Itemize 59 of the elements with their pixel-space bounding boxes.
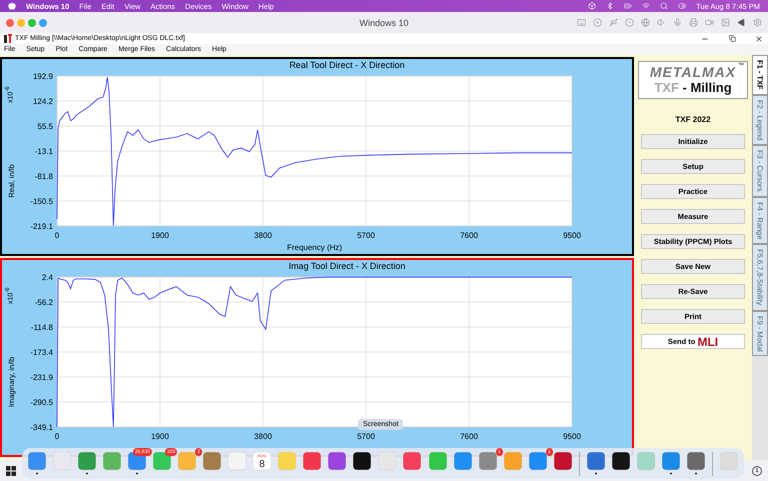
globe-icon[interactable] bbox=[641, 18, 650, 27]
app-icon bbox=[4, 34, 12, 43]
search-icon[interactable] bbox=[660, 2, 668, 10]
tick-label: 124.2 bbox=[32, 97, 53, 106]
tick-label: 5700 bbox=[357, 231, 375, 240]
wifi-icon[interactable] bbox=[642, 2, 650, 10]
video-icon[interactable] bbox=[705, 18, 714, 27]
tick-label: -150.5 bbox=[30, 197, 53, 206]
version-label: TXF 2022 bbox=[675, 115, 711, 124]
tick-label: -173.4 bbox=[30, 348, 53, 358]
tick-label: 2.4 bbox=[42, 273, 53, 282]
windows-icon[interactable] bbox=[6, 466, 16, 476]
window-title: Windows 10 bbox=[359, 18, 409, 28]
tick-label: 7600 bbox=[460, 231, 478, 240]
tick-label: 192.9 bbox=[32, 72, 53, 81]
triangle-icon[interactable] bbox=[737, 18, 746, 27]
image-icon[interactable] bbox=[721, 18, 730, 27]
tick-label: 55.5 bbox=[37, 122, 53, 132]
microphone-icon[interactable] bbox=[673, 18, 682, 27]
tick-label: 9500 bbox=[563, 432, 581, 441]
tick-label: -231.9 bbox=[30, 372, 53, 382]
tick-label: -349.1 bbox=[30, 423, 53, 432]
tick-label: -114.8 bbox=[30, 323, 53, 332]
tick-label: -56.2 bbox=[34, 298, 53, 307]
window-button[interactable] bbox=[39, 18, 47, 26]
tick-label: 1900 bbox=[151, 432, 169, 441]
box-icon[interactable] bbox=[588, 2, 596, 10]
close-button[interactable] bbox=[6, 18, 14, 26]
chart-title: Imag Tool Direct - X Direction bbox=[288, 260, 406, 272]
tick-label: -13.1 bbox=[34, 147, 53, 156]
tick-label: -81.8 bbox=[34, 172, 53, 181]
tick-label: 0 bbox=[54, 231, 60, 240]
apple-icon[interactable] bbox=[8, 2, 16, 10]
keyboard-icon[interactable] bbox=[577, 18, 586, 27]
disc-icon[interactable] bbox=[593, 18, 602, 27]
usb-icon[interactable] bbox=[609, 18, 618, 27]
tick-label: 0 bbox=[54, 432, 60, 441]
close-icon[interactable] bbox=[754, 34, 764, 42]
tick-label: 3800 bbox=[254, 432, 272, 441]
speaker-icon[interactable] bbox=[657, 18, 666, 27]
settings-icon[interactable] bbox=[753, 18, 762, 27]
bluetooth-icon[interactable] bbox=[606, 2, 614, 10]
printer-icon[interactable] bbox=[689, 18, 698, 27]
toggle-icon[interactable] bbox=[678, 2, 686, 10]
tick-label: 1900 bbox=[151, 231, 169, 240]
logo-text: TXF bbox=[654, 80, 679, 95]
tick-label: 5700 bbox=[357, 432, 375, 441]
battery-icon[interactable] bbox=[624, 2, 632, 10]
axis-title: Frequency (Hz) bbox=[286, 243, 342, 252]
tick-label: 3800 bbox=[254, 231, 272, 240]
logo-text: - Milling bbox=[682, 80, 732, 95]
restore-icon[interactable] bbox=[727, 35, 737, 42]
logo-text: METALMAX bbox=[650, 65, 736, 80]
tick-label: 7600 bbox=[460, 432, 478, 441]
zoom-button[interactable] bbox=[28, 18, 36, 26]
tick-label: 9500 bbox=[563, 231, 581, 240]
tick-label: -290.5 bbox=[30, 398, 53, 407]
chart-title: Real Tool Direct - X Direction bbox=[288, 59, 406, 71]
tick-label: -219.1 bbox=[30, 222, 53, 231]
